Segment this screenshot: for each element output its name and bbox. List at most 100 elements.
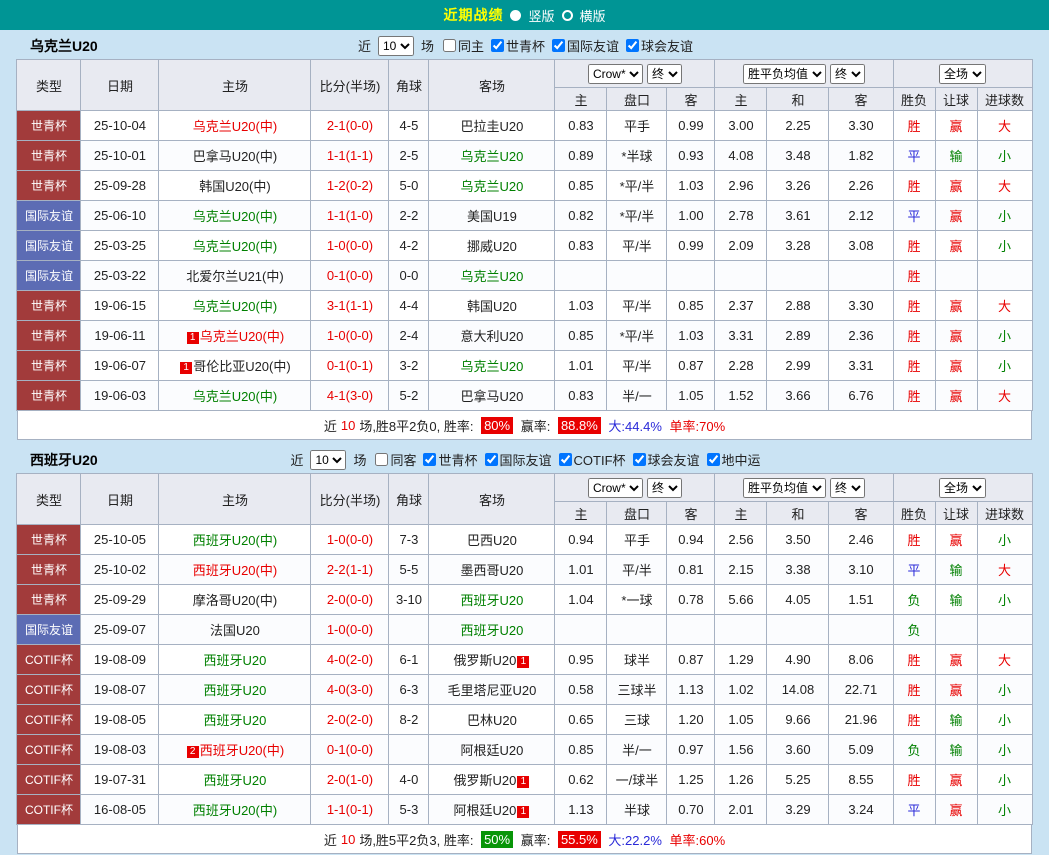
corner-cell: 2-4 (389, 321, 429, 351)
avg-odds-select[interactable]: 胜平负均值 (743, 478, 826, 498)
handicap-result-cell: 赢 (935, 765, 977, 795)
asian-handicap-cell: 平手 (607, 111, 667, 141)
avg-draw-odds-cell: 4.05 (767, 585, 829, 615)
horizontal-layout-label[interactable]: 横版 (580, 6, 606, 25)
asian-home-odds-cell (555, 261, 607, 291)
asian-away-odds-cell: 1.03 (667, 321, 715, 351)
avg-away-odds-cell: 2.12 (829, 201, 893, 231)
competition-checkbox[interactable] (423, 453, 436, 466)
over-rate-value: 大:22.2% (605, 830, 666, 849)
odds-stage-select[interactable]: 终 (647, 64, 682, 84)
match-row: COTIF杯16-08-05西班牙U20(中)1-1(0-1)5-3阿根廷U20… (17, 795, 1032, 825)
avg-away-odds-cell: 2.46 (829, 525, 893, 555)
handicap-result-cell: 输 (935, 585, 977, 615)
result-cell: 胜 (893, 261, 935, 291)
avg-draw-odds-cell: 2.88 (767, 291, 829, 321)
asian-handicap-cell: 三球 (607, 705, 667, 735)
same-venue-checkbox[interactable] (443, 39, 456, 52)
vertical-layout-radio[interactable] (510, 10, 521, 21)
competition-cell: 世青杯 (17, 381, 81, 411)
same-venue-checkbox[interactable] (375, 453, 388, 466)
competition-filter[interactable]: COTIF杯 (559, 450, 626, 469)
col-header: 客场 (429, 60, 555, 111)
recent-count-select[interactable]: 10 (378, 36, 414, 56)
odds-company-select[interactable]: Crow* (588, 64, 643, 84)
horizontal-layout-radio[interactable] (562, 10, 573, 21)
col-header: 类型 (17, 60, 81, 111)
away-team-cell: 俄罗斯U201 (429, 645, 555, 675)
corner-cell (389, 735, 429, 765)
competition-cell: 世青杯 (17, 351, 81, 381)
away-team-name: 巴林U20 (467, 713, 517, 728)
away-team-name: 俄罗斯U20 (454, 773, 517, 788)
competition-filter[interactable]: 球会友谊 (633, 450, 700, 469)
competition-checkbox[interactable] (707, 453, 720, 466)
avg-home-odds-cell: 2.37 (715, 291, 767, 321)
recent-count-select[interactable]: 10 (310, 450, 346, 470)
home-team-name: 乌克兰U20(中) (200, 329, 285, 344)
handicap-rate-badge: 55.5% (558, 831, 601, 848)
same-venue-filter[interactable]: 同主 (443, 36, 484, 55)
competition-filter[interactable]: 国际友谊 (485, 450, 552, 469)
asian-away-odds-cell: 1.00 (667, 201, 715, 231)
same-venue-filter[interactable]: 同客 (375, 450, 416, 469)
competition-checkbox[interactable] (626, 39, 639, 52)
asian-away-odds-cell: 0.93 (667, 141, 715, 171)
competition-filter[interactable]: 世青杯 (491, 36, 545, 55)
avg-stage-select[interactable]: 终 (830, 64, 865, 84)
odds-company-select[interactable]: Crow* (588, 478, 643, 498)
corner-cell: 3-2 (389, 351, 429, 381)
odds-stage-select[interactable]: 终 (647, 478, 682, 498)
asian-home-odds-cell: 0.89 (555, 141, 607, 171)
competition-filter[interactable]: 世青杯 (423, 450, 477, 469)
odds-group-header: 胜平负均值终 (715, 60, 893, 88)
avg-away-odds-cell: 3.31 (829, 351, 893, 381)
scope-select[interactable]: 全场 (939, 64, 986, 84)
asian-handicap-cell: 半/一 (607, 735, 667, 765)
competition-checkbox[interactable] (633, 453, 646, 466)
home-team-name: 乌克兰U20(中) (193, 299, 278, 314)
avg-draw-odds-cell: 3.28 (767, 231, 829, 261)
competition-cell: 国际友谊 (17, 201, 81, 231)
corner-cell: 4-0 (389, 765, 429, 795)
handicap-result-cell: 输 (935, 555, 977, 585)
avg-home-odds-cell: 1.29 (715, 645, 767, 675)
competition-filter[interactable]: 地中运 (707, 450, 761, 469)
match-row: COTIF杯19-08-07西班牙U204-0(3-0)6-3毛里塔尼亚U200… (17, 675, 1032, 705)
avg-odds-select[interactable]: 胜平负均值 (743, 64, 826, 84)
competition-filter[interactable]: 球会友谊 (626, 36, 693, 55)
avg-stage-select[interactable]: 终 (830, 478, 865, 498)
competition-checkbox[interactable] (485, 453, 498, 466)
competition-checkbox[interactable] (559, 453, 572, 466)
goals-result-cell: 大 (977, 291, 1032, 321)
date-cell: 19-06-03 (81, 381, 159, 411)
asian-handicap-cell: 半球 (607, 795, 667, 825)
handicap-result-cell: 赢 (935, 201, 977, 231)
asian-away-odds-cell (667, 261, 715, 291)
asian-home-odds-cell: 0.85 (555, 171, 607, 201)
scope-select[interactable]: 全场 (939, 478, 986, 498)
col-header: 角球 (389, 60, 429, 111)
avg-away-odds-cell: 3.08 (829, 231, 893, 261)
avg-away-odds-cell: 3.30 (829, 111, 893, 141)
asian-handicap-cell: 平/半 (607, 555, 667, 585)
handicap-result-cell: 赢 (935, 321, 977, 351)
competition-cell: 世青杯 (17, 585, 81, 615)
avg-draw-odds-cell (767, 615, 829, 645)
odds-group-header: 全场 (893, 474, 1032, 502)
col-header: 类型 (17, 474, 81, 525)
sub-col-header: 主 (715, 88, 767, 111)
asian-handicap-cell: 平/半 (607, 351, 667, 381)
competition-checkbox[interactable] (491, 39, 504, 52)
avg-home-odds-cell (715, 615, 767, 645)
avg-home-odds-cell: 1.56 (715, 735, 767, 765)
date-cell: 19-08-03 (81, 735, 159, 765)
asian-away-odds-cell: 0.87 (667, 351, 715, 381)
competition-filter[interactable]: 国际友谊 (552, 36, 619, 55)
match-row: 世青杯25-09-29摩洛哥U20(中)2-0(0-0)3-10西班牙U201.… (17, 585, 1032, 615)
competition-checkbox[interactable] (552, 39, 565, 52)
competition-label: 国际友谊 (567, 36, 619, 55)
date-cell: 19-06-15 (81, 291, 159, 321)
near-label: 近 (290, 450, 303, 469)
vertical-layout-label[interactable]: 竖版 (528, 6, 554, 25)
